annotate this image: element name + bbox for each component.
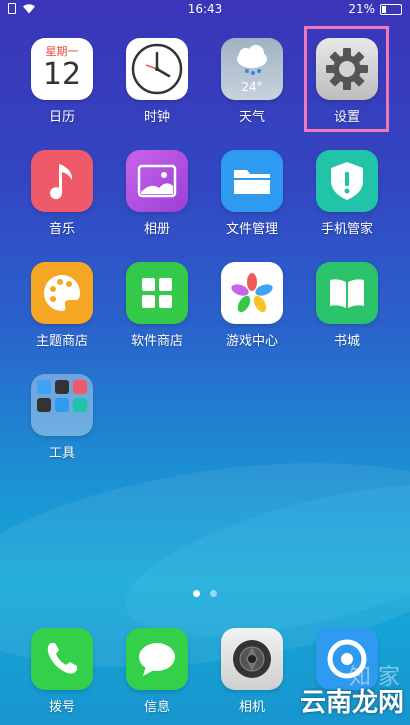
app-files[interactable]: 文件管理 <box>207 150 297 237</box>
battery-percent: 21% <box>348 2 375 16</box>
watermark: 云南龙网 <box>299 688 404 718</box>
weather-temp: 24° <box>241 80 263 94</box>
folder-preview-icon <box>31 374 93 436</box>
app-label: 相机 <box>238 700 265 715</box>
battery-icon <box>380 3 402 15</box>
app-label: 手机管家 <box>320 222 373 237</box>
photo-icon <box>126 150 188 212</box>
app-label: 拨号 <box>48 700 75 715</box>
app-camera[interactable]: 相机 <box>207 628 297 715</box>
camera-icon <box>221 628 283 690</box>
app-label: 书城 <box>333 334 360 349</box>
app-label: 日历 <box>48 110 75 125</box>
app-phone-manager[interactable]: 手机管家 <box>302 150 392 237</box>
app-album[interactable]: 相册 <box>112 150 202 237</box>
page-dot <box>210 590 217 597</box>
phone-icon <box>31 628 93 690</box>
page-indicator[interactable] <box>0 590 410 597</box>
app-theme-store[interactable]: 主题商店 <box>17 262 107 349</box>
folder-tools[interactable]: 工具 <box>17 374 107 461</box>
app-clock[interactable]: 时钟 <box>112 38 202 125</box>
music-note-icon <box>31 150 93 212</box>
app-label: 工具 <box>48 446 75 461</box>
calendar-day: 12 <box>42 57 82 92</box>
chat-bubble-icon <box>126 628 188 690</box>
app-label: 软件商店 <box>130 334 183 349</box>
app-label: 时钟 <box>143 110 170 125</box>
shield-icon <box>316 150 378 212</box>
app-label: 相册 <box>143 222 170 237</box>
app-music[interactable]: 音乐 <box>17 150 107 237</box>
app-calendar[interactable]: 星期一 12 日历 <box>17 38 107 125</box>
calendar-icon: 星期一 12 <box>31 38 93 100</box>
app-label: 文件管理 <box>225 222 278 237</box>
status-bar: 16:43 21% <box>0 0 410 20</box>
clock-icon <box>126 38 188 100</box>
book-icon <box>316 262 378 324</box>
grid-icon <box>126 262 188 324</box>
palette-icon <box>31 262 93 324</box>
app-label: 主题商店 <box>35 334 88 349</box>
app-messages[interactable]: 信息 <box>112 628 202 715</box>
weather-icon: 24° <box>221 38 283 100</box>
app-label: 游戏中心 <box>225 334 278 349</box>
page-dot-active <box>193 590 200 597</box>
highlight-box <box>304 26 389 132</box>
app-books[interactable]: 书城 <box>302 262 392 349</box>
app-label: 音乐 <box>48 222 75 237</box>
app-store[interactable]: 软件商店 <box>112 262 202 349</box>
app-label: 信息 <box>143 700 170 715</box>
folder-icon <box>221 150 283 212</box>
app-weather[interactable]: 24° 天气 <box>207 38 297 125</box>
app-game-center[interactable]: 游戏中心 <box>207 262 297 349</box>
star-icon <box>221 262 283 324</box>
app-label: 天气 <box>238 110 265 125</box>
app-dialer[interactable]: 拨号 <box>17 628 107 715</box>
